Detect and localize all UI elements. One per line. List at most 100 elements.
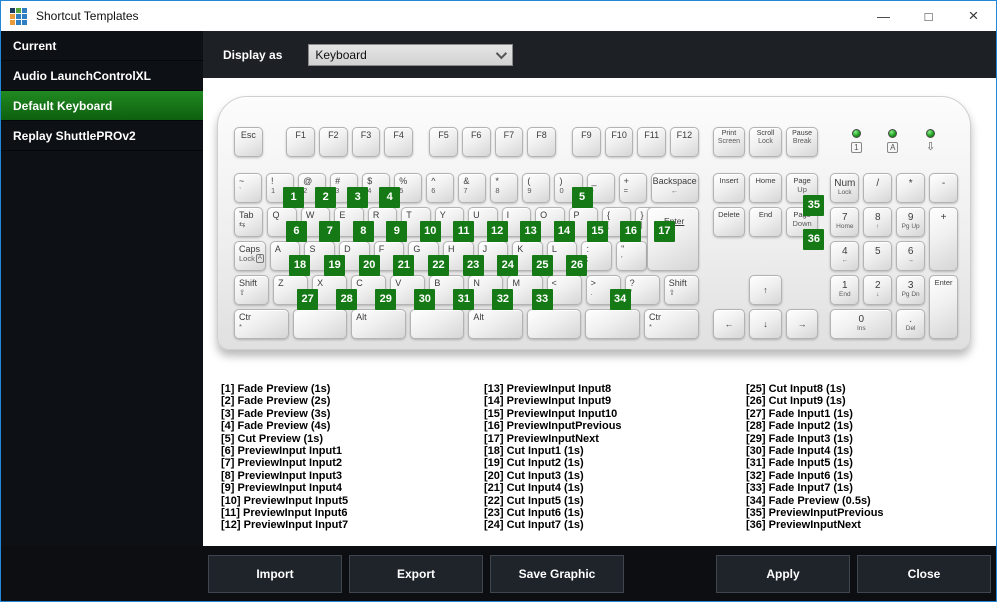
key-f5[interactable]: F5 xyxy=(429,127,458,157)
key-caps[interactable]: Caps Lock A xyxy=(234,241,266,271)
key-f12[interactable]: F12 xyxy=(670,127,699,157)
key-enter[interactable]: Enter xyxy=(929,275,959,339)
shortcut-badge-19: 19 xyxy=(324,255,346,276)
key-sym[interactable]: >. 34 xyxy=(585,275,631,310)
key-f7[interactable]: F7 xyxy=(494,127,524,157)
key-sym[interactable]: & 7 xyxy=(458,173,487,203)
key-sym[interactable]: " ' xyxy=(616,241,647,271)
sidebar-item[interactable]: Replay ShuttlePROv2 xyxy=(1,121,203,151)
sidebar-item-label: Current xyxy=(13,39,57,53)
key-sym[interactable]: ) 0 5 xyxy=(554,173,593,208)
apply-button[interactable]: Apply xyxy=(716,554,850,593)
key-4[interactable]: 4 ← xyxy=(830,241,860,271)
export-button[interactable]: Export xyxy=(349,554,483,593)
key-ctr[interactable]: Ctr * xyxy=(644,309,699,339)
key-f6[interactable]: F6 xyxy=(461,127,491,157)
key-z[interactable]: Z 27 xyxy=(273,275,319,310)
key-sym[interactable]: + xyxy=(929,207,959,271)
shortcut-badge-29: 29 xyxy=(375,289,397,310)
key-sym[interactable]: ^ 6 xyxy=(426,173,455,203)
key-shift[interactable]: Shift ⇧ xyxy=(234,275,270,305)
shortcut-badge-11: 11 xyxy=(453,221,475,242)
key-f1[interactable]: F1 xyxy=(286,127,315,157)
legend-item: [20] Cut Input3 (1s) xyxy=(484,469,584,482)
key-blank[interactable] xyxy=(585,309,641,339)
close-button[interactable]: × xyxy=(951,1,996,31)
key-tab[interactable]: Tab ⇆ xyxy=(234,207,264,237)
key-f2[interactable]: F2 xyxy=(319,127,348,157)
legend-item: [3] Fade Preview (3s) xyxy=(221,407,331,420)
key-pause[interactable]: Pause Break xyxy=(785,127,819,157)
key-sym[interactable]: * 8 xyxy=(490,173,519,203)
key-1[interactable]: 1 End xyxy=(830,275,860,305)
key-sym[interactable]: ← xyxy=(712,309,746,339)
legend-item: [16] PreviewInputPrevious xyxy=(484,420,622,433)
key-delete[interactable]: Delete xyxy=(712,207,746,237)
shortcut-badge-9: 9 xyxy=(386,221,408,242)
key-print[interactable]: Print Screen xyxy=(712,127,746,157)
sidebar-item[interactable]: Current xyxy=(1,31,203,61)
key-sym[interactable]: ↑ xyxy=(749,275,782,305)
key-8[interactable]: 8 ↑ xyxy=(863,207,893,237)
key-alt[interactable]: Alt xyxy=(468,309,523,339)
sidebar-item-label: Replay ShuttlePROv2 xyxy=(13,129,136,143)
key-shift[interactable]: Shift ⇧ xyxy=(663,275,699,305)
key-sym[interactable]: + = xyxy=(618,173,647,203)
import-button[interactable]: Import xyxy=(208,554,342,593)
key-backspace[interactable]: Backspace ← xyxy=(650,173,699,203)
key-f10[interactable]: F10 xyxy=(604,127,634,157)
key-insert[interactable]: Insert xyxy=(712,173,746,203)
key-f8[interactable]: F8 xyxy=(527,127,556,157)
key-page[interactable]: Page Up 35 xyxy=(785,173,825,216)
key-3[interactable]: 3 Pg Dn xyxy=(896,275,926,305)
key-scroll[interactable]: Scroll Lock xyxy=(749,127,782,157)
close-action-button[interactable]: Close xyxy=(857,554,991,593)
key-blank[interactable] xyxy=(526,309,582,339)
key-blank[interactable] xyxy=(409,309,465,339)
key-ctr[interactable]: Ctr * xyxy=(234,309,289,339)
keyboard-graphic: Esc F1 F2 F3 F4 F5 F6 F7 F8 F9 F10 F11 F12 ~ `! 1 1 @2 2 #3… xyxy=(217,96,971,350)
maximize-button[interactable]: □ xyxy=(906,1,951,31)
key-f9[interactable]: F9 xyxy=(572,127,601,157)
key-5[interactable]: 5 xyxy=(863,241,893,271)
sidebar-item[interactable]: Audio LaunchControlXL xyxy=(1,61,203,91)
key-sym[interactable]: ! 1 1 xyxy=(266,173,305,208)
key-f11[interactable]: F11 xyxy=(637,127,667,157)
sidebar-item[interactable]: Default Keyboard xyxy=(1,91,203,121)
key-sym[interactable]: ~ ` xyxy=(234,173,263,203)
key-num[interactable]: Num Lock xyxy=(830,173,860,203)
key-f4[interactable]: F4 xyxy=(384,127,413,157)
minimize-button[interactable]: — xyxy=(861,1,906,31)
key-a[interactable]: A 18 xyxy=(269,241,311,276)
key-sym[interactable]: / xyxy=(863,173,893,203)
key-sym[interactable]: . Del xyxy=(896,309,926,339)
legend-item: [17] PreviewInputNext xyxy=(484,432,599,445)
key-alt[interactable]: Alt xyxy=(351,309,406,339)
key-6[interactable]: 6 → xyxy=(896,241,926,271)
keyboard-leds: 1 A ⇩ xyxy=(830,127,958,157)
key-sym[interactable]: - xyxy=(929,173,959,203)
legend-item: [6] PreviewInput Input1 xyxy=(221,445,343,458)
legend-item: [18] Cut Input1 (1s) xyxy=(484,445,584,458)
key-2[interactable]: 2 ↓ xyxy=(863,275,893,305)
key-7[interactable]: 7 Home xyxy=(830,207,860,237)
key-sym[interactable]: → xyxy=(785,309,819,339)
key-f3[interactable]: F3 xyxy=(351,127,381,157)
legend-item: [9] PreviewInput Input4 xyxy=(221,482,343,495)
key-q[interactable]: Q6 xyxy=(267,207,307,242)
key-sym[interactable]: * xyxy=(896,173,926,203)
display-header: Display as Keyboard xyxy=(203,31,996,78)
shortcut-badge-28: 28 xyxy=(336,289,358,310)
key-9[interactable]: 9 Pg Up xyxy=(896,207,926,237)
key-home[interactable]: Home xyxy=(749,173,782,203)
key-end[interactable]: End xyxy=(749,207,782,237)
key-0[interactable]: 0 Ins xyxy=(830,309,893,339)
key-blank[interactable] xyxy=(292,309,348,339)
key-sym[interactable]: ↓ xyxy=(749,309,782,339)
legend-item: [33] Fade Input7 (1s) xyxy=(746,482,853,495)
save-graphic-button[interactable]: Save Graphic xyxy=(490,554,624,593)
display-as-dropdown[interactable]: Keyboard xyxy=(308,43,514,66)
key-esc[interactable]: Esc xyxy=(234,127,263,157)
shortcut-badge-16: 16 xyxy=(620,221,642,242)
key-sym[interactable]: (9 xyxy=(522,173,551,203)
